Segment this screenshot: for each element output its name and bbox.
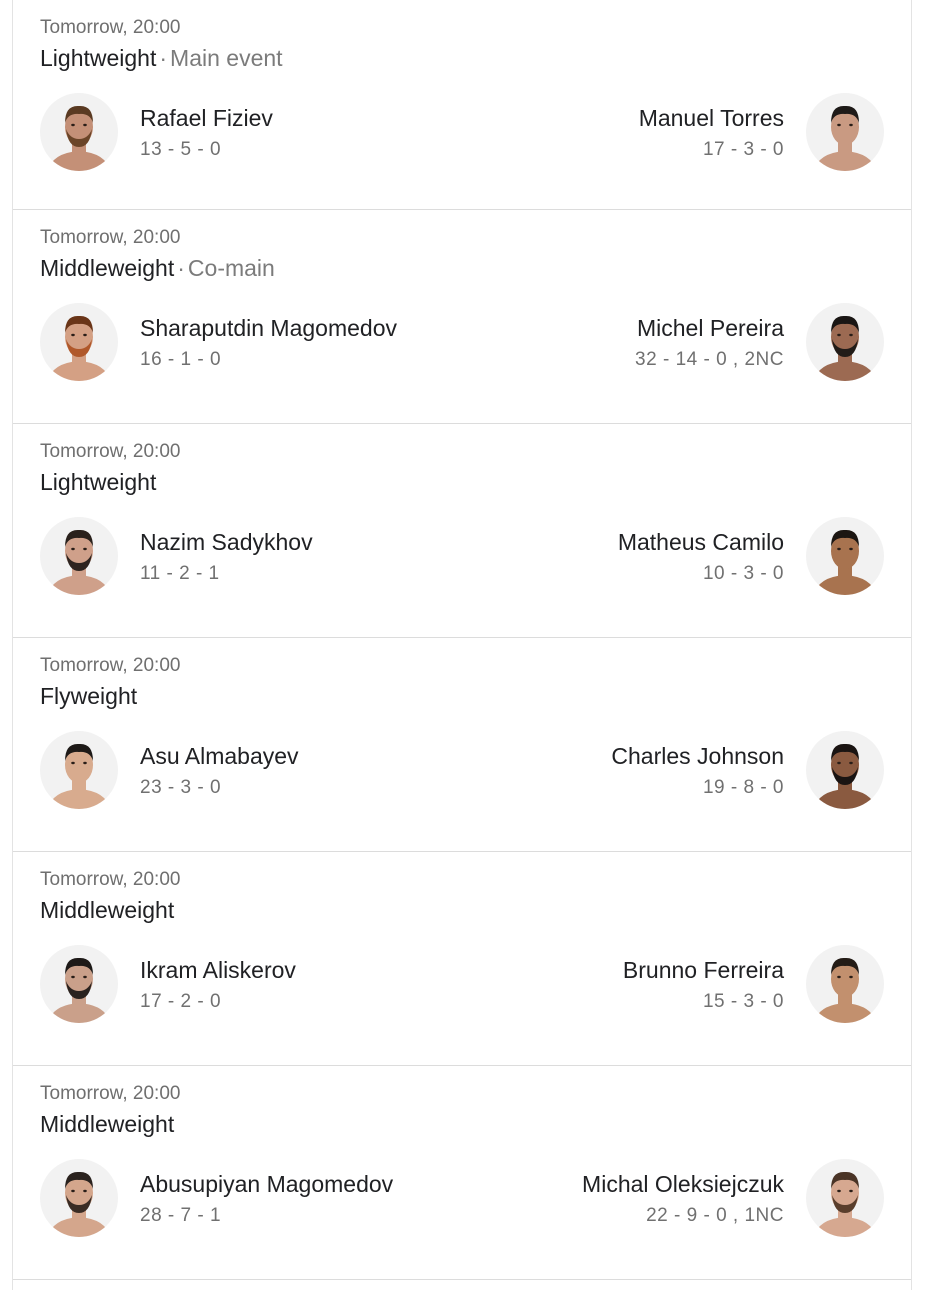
weight-class: Middleweight (40, 1111, 175, 1137)
fighter-record: 15 - 3 - 0 (702, 991, 784, 1012)
fighter-left[interactable]: Ikram Aliskerov 17 - 2 - 0 (40, 944, 296, 1024)
fighter-record: 28 - 7 - 1 (140, 1205, 222, 1226)
weight-class: Middleweight (40, 255, 175, 281)
fighter-name: Michel Pereira (637, 315, 784, 341)
fighter-name: Ikram Aliskerov (140, 957, 296, 983)
fighter-avatar (806, 945, 884, 1023)
fighter-avatar (40, 303, 118, 381)
fighter-right[interactable]: Brunno Ferreira 15 - 3 - 0 (623, 944, 884, 1024)
fighter-name: Charles Johnson (611, 743, 784, 769)
fighter-name: Asu Almabayev (140, 743, 299, 769)
fighter-record: 13 - 5 - 0 (140, 139, 222, 160)
fight-card[interactable]: Tomorrow, 20:00 Middleweight Abusupiyan … (13, 1066, 911, 1280)
fight-time: Tomorrow, 20:00 (40, 1083, 181, 1104)
fight-card-list: Tomorrow, 20:00 Lightweight · Main event R… (12, 0, 912, 1290)
fight-card[interactable]: Tomorrow, 20:00 Lightweight · Main event R… (13, 0, 911, 210)
fighter-avatar (806, 517, 884, 595)
fight-title: Flyweight (40, 683, 137, 710)
separator-dot: · (177, 255, 185, 281)
fighter-avatar (40, 517, 118, 595)
fight-billing: Co-main (187, 255, 275, 281)
fight-title: Lightweight (40, 469, 156, 496)
fighter-left[interactable]: Rafael Fiziev 13 - 5 - 0 (40, 92, 273, 172)
fighter-avatar (806, 1159, 884, 1237)
weight-class: Flyweight (40, 683, 138, 709)
weight-class: Lightweight (40, 45, 157, 71)
fight-billing: Main event (170, 45, 283, 71)
fighter-record: 23 - 3 - 0 (140, 777, 222, 798)
fight-time: Tomorrow, 20:00 (40, 869, 181, 890)
fighter-right[interactable]: Michal Oleksiejczuk 22 - 9 - 0 , 1NC (582, 1158, 884, 1238)
fighter-right[interactable]: Matheus Camilo 10 - 3 - 0 (618, 516, 884, 596)
fighter-record: 10 - 3 - 0 (702, 563, 784, 584)
fighter-avatar (806, 93, 884, 171)
fighter-avatar (40, 1159, 118, 1237)
fighter-left[interactable]: Nazim Sadykhov 11 - 2 - 1 (40, 516, 313, 596)
fighter-right[interactable]: Charles Johnson 19 - 8 - 0 (611, 730, 884, 810)
fight-card[interactable]: Tomorrow, 20:00 Middleweight · Co-main Sha… (13, 210, 911, 424)
fighter-name: Rafael Fiziev (140, 105, 273, 131)
fight-time: Tomorrow, 20:00 (40, 655, 181, 676)
fight-time: Tomorrow, 20:00 (40, 441, 181, 462)
fighter-record: 11 - 2 - 1 (140, 563, 220, 584)
fighter-record: 17 - 3 - 0 (702, 139, 784, 160)
fighter-name: Abusupiyan Magomedov (140, 1171, 394, 1197)
fighter-record: 22 - 9 - 0 , 1NC (646, 1205, 784, 1226)
fighter-avatar (40, 945, 118, 1023)
fighter-avatar (806, 731, 884, 809)
fighter-record: 19 - 8 - 0 (702, 777, 784, 798)
fighter-name: Matheus Camilo (617, 529, 784, 555)
fighter-record: 17 - 2 - 0 (140, 991, 222, 1012)
fighter-right[interactable]: Manuel Torres 17 - 3 - 0 (639, 92, 884, 172)
fighter-name: Brunno Ferreira (622, 957, 784, 983)
fighter-left[interactable]: Asu Almabayev 23 - 3 - 0 (40, 730, 299, 810)
fighter-name: Nazim Sadykhov (140, 529, 313, 555)
fighter-record: 32 - 14 - 0 , 2NC (635, 349, 784, 370)
weight-class: Lightweight (40, 469, 157, 495)
fighter-right[interactable]: Michel Pereira 32 - 14 - 0 , 2NC (635, 302, 884, 382)
fight-title: Middleweight · Co-main (40, 255, 275, 282)
fight-title: Lightweight · Main event (40, 45, 283, 72)
separator-dot: · (159, 45, 168, 71)
fight-card[interactable]: Tomorrow, 20:00 Flyweight Asu Almabayev … (13, 638, 911, 852)
fight-time: Tomorrow, 20:00 (40, 17, 181, 38)
fight-title: Middleweight (40, 897, 174, 924)
fighter-name: Michal Oleksiejczuk (582, 1171, 784, 1197)
fighter-avatar (40, 731, 118, 809)
fighter-avatar (40, 93, 118, 171)
fighter-left[interactable]: Sharaputdin Magomedov 16 - 1 - 0 (40, 302, 397, 382)
fight-title: Middleweight (40, 1111, 174, 1138)
weight-class: Middleweight (40, 897, 175, 923)
fight-card[interactable]: Tomorrow, 20:00 Middleweight Ikram Alisk… (13, 852, 911, 1066)
fighter-name: Manuel Torres (638, 105, 784, 131)
fighter-name: Sharaputdin Magomedov (140, 315, 397, 341)
fighter-left[interactable]: Abusupiyan Magomedov 28 - 7 - 1 (40, 1158, 393, 1238)
fight-card[interactable]: Tomorrow, 20:00 Lightweight Nazim Sadykh… (13, 424, 911, 638)
fighter-avatar (806, 303, 884, 381)
fighter-record: 16 - 1 - 0 (140, 349, 222, 370)
fight-time: Tomorrow, 20:00 (40, 227, 181, 248)
